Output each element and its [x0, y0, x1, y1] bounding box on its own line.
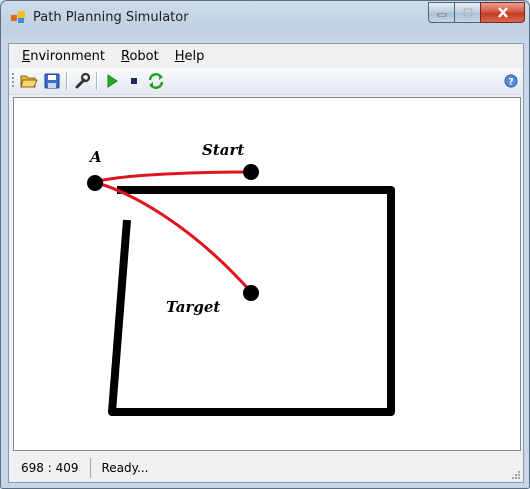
label-start: Start	[202, 141, 245, 159]
svg-text:?: ?	[508, 78, 513, 88]
close-button[interactable]	[480, 2, 525, 23]
toolbar-separator	[96, 72, 98, 90]
target-point	[243, 285, 259, 301]
menu-help[interactable]: Help	[167, 49, 213, 64]
minimize-button[interactable]	[428, 2, 454, 23]
label-target: Target	[166, 298, 221, 316]
title-bar[interactable]: Path Planning Simulator	[1, 1, 529, 35]
obstacle-outline	[108, 186, 395, 416]
play-icon	[107, 74, 118, 88]
resize-grip-icon[interactable]	[510, 469, 520, 479]
wrench-icon	[75, 73, 90, 89]
reset-button[interactable]	[146, 71, 166, 91]
path-a-to-target	[93, 180, 253, 293]
app-icon	[11, 11, 25, 23]
help-icon: ?	[504, 74, 518, 88]
settings-button[interactable]	[72, 71, 92, 91]
menu-robot[interactable]: Robot	[113, 49, 167, 64]
save-icon	[44, 73, 60, 89]
label-a: A	[90, 148, 102, 166]
help-button[interactable]: ?	[501, 71, 521, 91]
start-point	[243, 164, 259, 180]
minimize-icon	[437, 13, 446, 16]
close-icon	[497, 7, 508, 18]
run-button[interactable]	[102, 71, 122, 91]
simulation-canvas[interactable]: A Start Target	[13, 97, 521, 451]
client-area: Environment Robot Help ? A Start Target …	[8, 43, 524, 483]
status-text: Ready...	[101, 461, 149, 475]
menu-environment[interactable]: Environment	[14, 49, 113, 64]
open-button[interactable]	[19, 71, 39, 91]
maximize-button[interactable]	[454, 2, 480, 23]
app-window: Path Planning Simulator Environment Robo…	[0, 0, 530, 489]
stop-icon	[131, 78, 137, 84]
status-coordinates: 698 : 409	[9, 458, 92, 478]
save-button[interactable]	[42, 71, 62, 91]
status-bar: 698 : 409 Ready...	[9, 454, 523, 482]
path-a-to-start	[93, 170, 251, 184]
toolbar-separator	[66, 72, 68, 90]
open-folder-icon	[20, 75, 38, 88]
menu-bar: Environment Robot Help	[9, 44, 528, 68]
point-a	[87, 175, 103, 191]
toolbar: ?	[9, 68, 523, 95]
maximize-icon	[462, 8, 473, 17]
window-title: Path Planning Simulator	[33, 10, 189, 25]
refresh-icon	[148, 73, 164, 89]
toolbar-grip[interactable]	[12, 73, 14, 89]
stop-button[interactable]	[124, 71, 144, 91]
